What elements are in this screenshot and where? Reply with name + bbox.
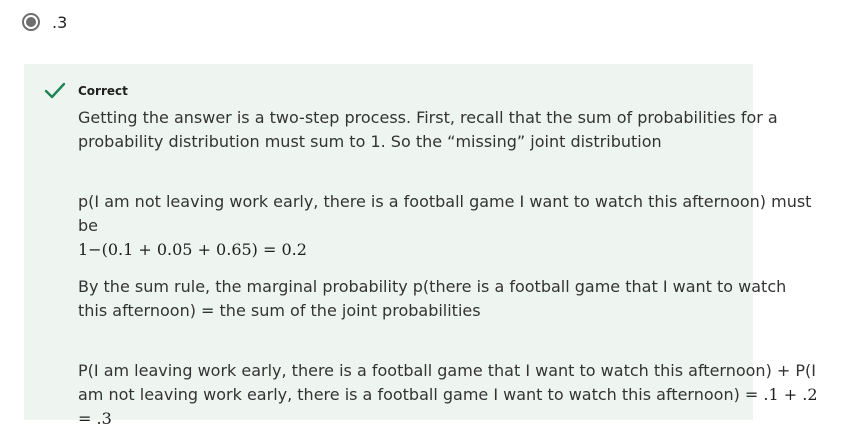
feedback-status: Correct	[78, 84, 128, 98]
explanation-paragraph-3: By the sum rule, the marginal probabilit…	[78, 277, 787, 320]
radio-dot-icon	[26, 17, 36, 27]
check-icon	[44, 82, 66, 99]
math-expression: 1−(0.1 + 0.05 + 0.65) = 0.2	[78, 240, 307, 259]
explanation-text: p(I am not leaving work early, there is …	[78, 192, 812, 235]
answer-option[interactable]: .3	[22, 11, 67, 33]
explanation-paragraph-4: P(I am leaving work early, there is a fo…	[78, 359, 818, 431]
explanation-paragraph-2: p(I am not leaving work early, there is …	[78, 190, 818, 262]
option-label: .3	[52, 12, 68, 32]
feedback-panel: Correct Getting the answer is a two-step…	[24, 64, 818, 428]
explanation-paragraph-1: Getting the answer is a two-step process…	[78, 108, 778, 151]
explanation-text: P(I am leaving work early, there is a fo…	[78, 361, 816, 404]
page: .3 Correct Getting the answer is a two-s…	[0, 0, 843, 439]
radio-button-selected[interactable]	[22, 13, 40, 31]
